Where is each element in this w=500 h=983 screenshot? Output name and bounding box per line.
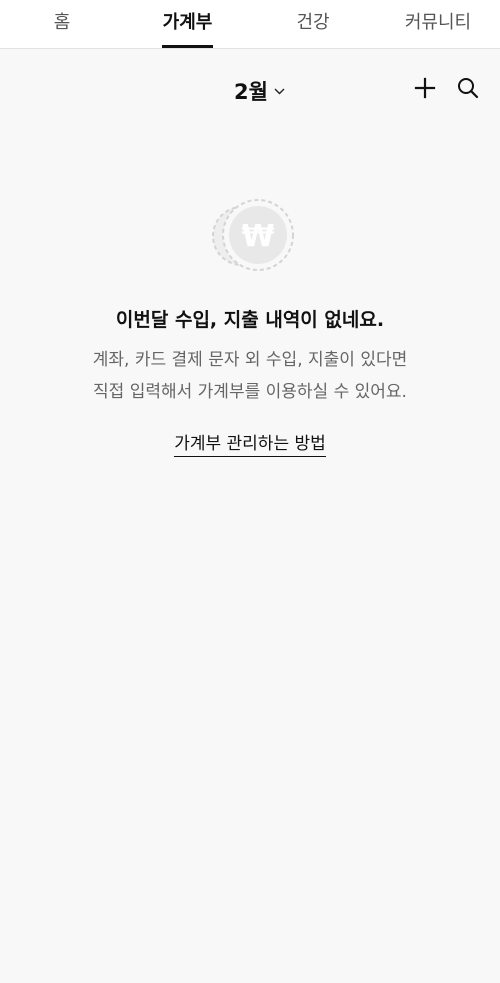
tab-household-ledger[interactable]: 가계부 bbox=[162, 0, 213, 48]
won-coin-icon: ₩ bbox=[204, 196, 296, 274]
chevron-down-icon bbox=[274, 88, 285, 94]
search-icon[interactable] bbox=[456, 76, 480, 100]
tab-home-label: 홈 bbox=[53, 12, 71, 33]
tab-home[interactable]: 홈 bbox=[12, 0, 112, 48]
tab-community-label: 커뮤니티 bbox=[404, 12, 472, 33]
active-tab-indicator bbox=[162, 45, 213, 48]
month-label: 2월 bbox=[234, 80, 268, 104]
ledger-header: 2월 bbox=[0, 49, 500, 127]
empty-state-description-line-2: 직접 입력해서 가계부를 이용하실 수 있어요. bbox=[93, 382, 407, 402]
plus-icon[interactable] bbox=[413, 76, 437, 100]
empty-state: ₩ 이번달 수입, 지출 내역이 없네요. 계좌, 카드 결제 문자 외 수입,… bbox=[0, 196, 500, 457]
top-tab-bar: 홈 가계부 건강 커뮤니티 bbox=[0, 0, 500, 49]
empty-state-description-line-1: 계좌, 카드 결제 문자 외 수입, 지출이 있다면 bbox=[92, 350, 408, 370]
tab-household-ledger-label: 가계부 bbox=[162, 12, 213, 33]
how-to-manage-ledger-link[interactable]: 가계부 관리하는 방법 bbox=[174, 429, 326, 457]
empty-state-description: 계좌, 카드 결제 문자 외 수입, 지출이 있다면 직접 입력해서 가계부를 … bbox=[93, 344, 408, 408]
tab-community[interactable]: 커뮤니티 bbox=[388, 0, 488, 48]
tab-health-label: 건강 bbox=[296, 12, 330, 33]
empty-state-title: 이번달 수입, 지출 내역이 없네요. bbox=[115, 309, 385, 331]
tab-health[interactable]: 건강 bbox=[263, 0, 363, 48]
month-selector[interactable]: 2월 bbox=[234, 76, 285, 106]
svg-text:₩: ₩ bbox=[241, 219, 274, 254]
